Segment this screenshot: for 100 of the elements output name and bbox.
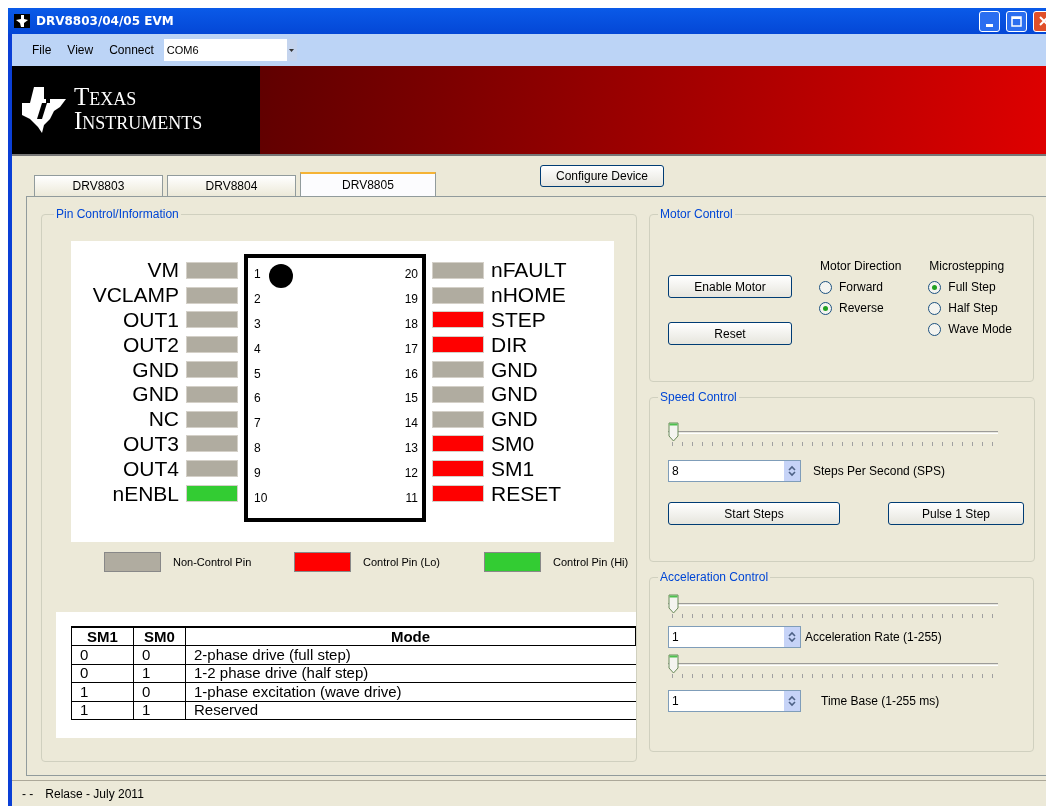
table-cell: 0 [71, 664, 134, 683]
pin-number: 11 [404, 489, 418, 507]
radio-option[interactable]: Half Step [928, 301, 1012, 315]
table-cell: 0 [71, 645, 134, 664]
step-button[interactable]: Pulse 1 Step [888, 502, 1024, 525]
spin-arrows-icon[interactable] [788, 465, 796, 477]
group-title: Motor Control [659, 207, 734, 221]
pin-number: 16 [404, 365, 418, 383]
slider[interactable] [668, 654, 998, 678]
column-header: Mode [185, 627, 636, 646]
table-cell: 1-phase excitation (wave drive) [185, 682, 636, 701]
pin-number: 9 [254, 464, 262, 482]
slider[interactable] [668, 594, 998, 618]
pin-name: OUT3 [122, 432, 179, 455]
pin-number: 13 [404, 439, 418, 457]
pin-name: nFAULT [491, 259, 568, 282]
motor-button[interactable]: Enable Motor [668, 275, 792, 298]
pin-number: 18 [404, 316, 418, 333]
pin-number: 12 [404, 464, 418, 482]
menu-item[interactable]: Connect [101, 43, 162, 57]
pin-name: nENBL [111, 482, 179, 505]
pin-name: GND [491, 383, 539, 406]
pin-number: 10 [254, 489, 268, 507]
tab[interactable]: DRV8803 [34, 175, 163, 196]
pin-number: 2 [254, 291, 262, 309]
slider-thumb[interactable] [668, 654, 679, 674]
radio-option[interactable]: Forward [819, 280, 902, 294]
pin-number: 15 [404, 390, 418, 408]
pin-number: 20 [404, 266, 418, 284]
legend-label: Control Pin (Hi) [553, 556, 629, 568]
spin-arrows-icon[interactable] [788, 631, 796, 643]
pin-name: SM0 [491, 432, 536, 455]
close-icon [1038, 16, 1046, 26]
minimize-icon [986, 23, 993, 27]
pin-name: NC [147, 408, 179, 431]
field-label: Steps Per Second (SPS) [813, 464, 946, 478]
logo-icon [20, 85, 68, 135]
sps-field[interactable]: 8 [668, 460, 801, 482]
pin-number: 1 [254, 266, 262, 284]
status-text: Relase - July 2011 [45, 786, 144, 801]
pin-name: OUT2 [122, 333, 179, 356]
table-cell: 2-phase drive (full step) [185, 645, 636, 664]
table-cell: 1 [71, 701, 134, 720]
pin-name: VCLAMP [91, 284, 179, 307]
maximize-icon [1011, 15, 1022, 27]
slider-thumb[interactable] [668, 422, 679, 442]
group-title: Pin Control/Information [55, 207, 180, 221]
radio-option[interactable]: Full Step [928, 280, 1012, 294]
pin-name: GND [131, 383, 179, 406]
table-cell: 1-2 phase drive (half step) [185, 664, 636, 683]
group-title: Speed Control [659, 390, 738, 404]
slider[interactable] [668, 422, 998, 446]
tab[interactable]: DRV8804 [167, 175, 296, 196]
step-button[interactable]: Start Steps [668, 502, 840, 525]
pin-number: 8 [254, 439, 262, 457]
logo-text: INSTRUMENTS [74, 110, 203, 134]
pin-name: RESET [491, 482, 562, 505]
tab[interactable]: DRV8805 [300, 172, 436, 196]
pin-number: 4 [254, 340, 262, 358]
pin-number: 17 [404, 340, 418, 358]
logo-text: TEXAS [74, 86, 138, 110]
menu-item[interactable]: View [59, 43, 102, 57]
pin-number: 3 [254, 316, 262, 333]
time-base-field[interactable]: 1 [668, 690, 801, 712]
slider-thumb[interactable] [668, 594, 679, 614]
radio-option[interactable]: Reverse [819, 301, 902, 315]
window-title: DRV8803/04/05 EVM [36, 14, 175, 28]
pin-number: 6 [254, 390, 262, 408]
pin-number: 5 [254, 365, 262, 383]
pin-name: GND [491, 358, 539, 381]
maximize-button[interactable] [1006, 10, 1027, 32]
pin-name: STEP [491, 309, 547, 331]
motor-button[interactable]: Reset [668, 322, 792, 345]
minimize-button[interactable] [979, 10, 1000, 32]
group-title: Acceleration Control [659, 570, 770, 584]
table-cell: 0 [133, 682, 186, 701]
pin-name: SM1 [491, 457, 536, 480]
spin-arrows-icon[interactable] [788, 695, 796, 707]
pin-number: 19 [404, 291, 418, 309]
radio-option[interactable]: Wave Mode [928, 322, 1012, 336]
pin-name: OUT1 [122, 309, 179, 331]
table-cell: 0 [133, 645, 186, 664]
menu-item[interactable]: File [24, 43, 60, 57]
radio-group-label: Motor Direction [820, 259, 902, 273]
table-cell: 1 [133, 664, 186, 683]
port-dropdown[interactable]: COM6 [163, 39, 297, 61]
legend-label: Control Pin (Lo) [363, 556, 441, 568]
acceleration-rate-field[interactable]: 1 [668, 626, 801, 648]
pin-name: GND [131, 358, 179, 381]
column-header: SM0 [133, 627, 186, 646]
pin-one-dot [269, 264, 293, 288]
configure-device-button[interactable]: Configure Device [540, 165, 664, 187]
table-cell: 1 [133, 701, 186, 720]
table-cell: 1 [71, 682, 134, 701]
status-dashes: - - [22, 786, 34, 801]
pin-number: 14 [404, 415, 418, 433]
pin-name: OUT4 [122, 457, 179, 480]
table-cell: Reserved [185, 701, 636, 720]
pin-number: 7 [254, 415, 262, 433]
field-label: Acceleration Rate (1-255) [805, 630, 942, 644]
